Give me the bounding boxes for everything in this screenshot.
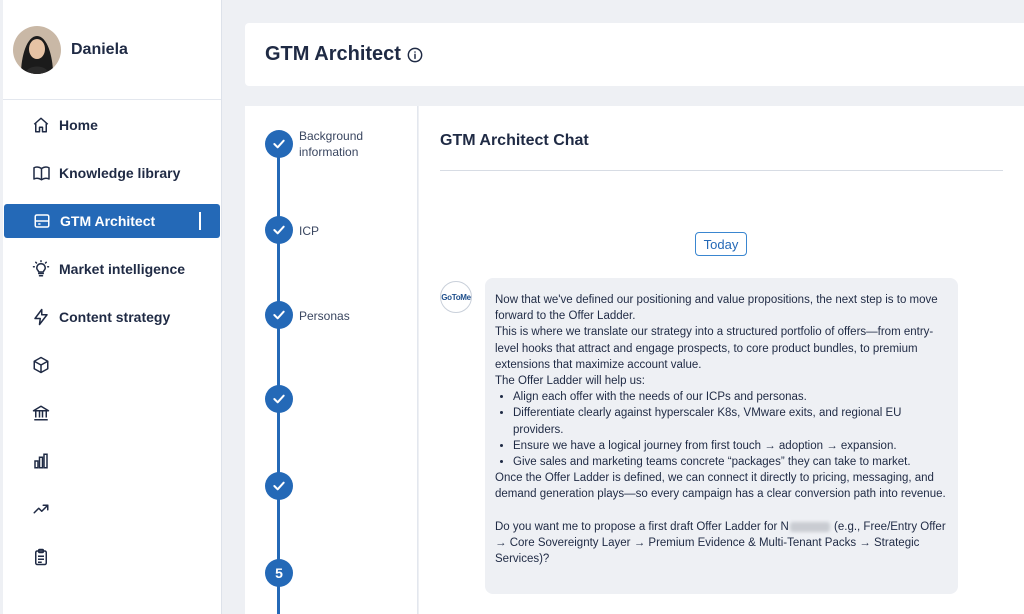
list-item: Ensure we have a logical journey from fi…: [513, 438, 948, 454]
check-icon: [273, 394, 285, 404]
sidebar-item-products[interactable]: [3, 348, 222, 382]
chat-panel: GTM Architect Chat Today GoToMe Now that…: [419, 106, 1024, 614]
sidebar-item-home[interactable]: Home: [3, 108, 222, 142]
message-paragraph: Now that we've defined our positioning a…: [495, 294, 938, 323]
sidebar-item-knowledge-library[interactable]: Knowledge library: [3, 156, 222, 190]
step-check-5[interactable]: [265, 472, 293, 500]
question-text-start: Do you want me to propose a first draft …: [495, 520, 789, 533]
sidebar: Daniela Home Knowledge library GTM Archi…: [3, 0, 222, 614]
step-label: ICP: [299, 224, 320, 238]
list-item: Differentiate clearly against hyperscale…: [513, 405, 948, 437]
sidebar-item-gtm-architect[interactable]: GTM Architect: [4, 204, 220, 238]
step-current[interactable]: 5: [265, 559, 293, 587]
cube-icon: [31, 355, 51, 375]
message-paragraph: This is where we translate our strategy …: [495, 326, 934, 371]
step-check-background[interactable]: [265, 130, 293, 158]
check-icon: [273, 310, 285, 320]
chat-title: GTM Architect Chat: [440, 132, 589, 149]
sidebar-item-trends[interactable]: [3, 492, 222, 526]
user-name: Daniela: [71, 40, 128, 58]
step-label: Personas: [299, 309, 350, 323]
check-icon: [273, 139, 285, 149]
stepper-line: [277, 144, 280, 614]
bar-chart-icon: [31, 451, 51, 471]
trending-up-icon: [31, 499, 51, 519]
message-paragraph: The Offer Ladder will help us:: [495, 375, 646, 388]
sidebar-item-content-strategy[interactable]: Content strategy: [3, 300, 222, 334]
step-check-icp[interactable]: [265, 216, 293, 244]
sidebar-item-label: Market intelligence: [59, 261, 186, 277]
list-item: Align each offer with the needs of our I…: [513, 389, 948, 405]
lightning-icon: [31, 307, 51, 327]
step-label: Background information: [299, 129, 364, 159]
check-icon: [273, 481, 285, 491]
info-icon[interactable]: [407, 47, 423, 63]
date-divider-badge: Today: [695, 232, 747, 256]
check-icon: [273, 225, 285, 235]
avatar: [13, 25, 61, 74]
sidebar-nav: Home Knowledge library GTM Architect Mar…: [3, 108, 222, 588]
progress-stepper: Background information ICP Personas 5: [245, 106, 418, 614]
page-title: GTM Architect: [265, 43, 401, 65]
server-icon: [32, 211, 52, 231]
book-icon: [31, 163, 51, 183]
message-question: Do you want me to propose a first draft …: [495, 519, 948, 568]
clipboard-icon: [31, 547, 51, 567]
bank-icon: [31, 403, 51, 423]
sidebar-item-analytics[interactable]: [3, 444, 222, 478]
sidebar-item-tasks[interactable]: [3, 540, 222, 574]
message-paragraph: Once the Offer Ladder is defined, we can…: [495, 472, 946, 501]
active-indicator: [199, 212, 201, 230]
page-header: GTM Architect: [245, 23, 1024, 86]
message-bullet-list: Align each offer with the needs of our I…: [495, 389, 948, 470]
sidebar-item-label: Home: [59, 117, 98, 133]
redacted-text: [789, 521, 830, 532]
user-profile[interactable]: Daniela: [3, 0, 221, 100]
sidebar-item-label: GTM Architect: [60, 213, 156, 229]
sidebar-item-label: Knowledge library: [59, 165, 181, 181]
step-check-personas[interactable]: [265, 301, 293, 329]
bot-avatar: GoToMe: [440, 281, 472, 313]
step-check-4[interactable]: [265, 385, 293, 413]
sidebar-item-label: Content strategy: [59, 309, 171, 325]
sidebar-item-institutions[interactable]: [3, 396, 222, 430]
list-item: Give sales and marketing teams concrete …: [513, 454, 948, 470]
divider: [440, 170, 1003, 171]
sidebar-item-market-intelligence[interactable]: Market intelligence: [3, 252, 222, 286]
chat-message-bubble: Now that we've defined our positioning a…: [485, 278, 958, 594]
lightbulb-icon: [31, 259, 51, 279]
home-icon: [31, 115, 51, 135]
